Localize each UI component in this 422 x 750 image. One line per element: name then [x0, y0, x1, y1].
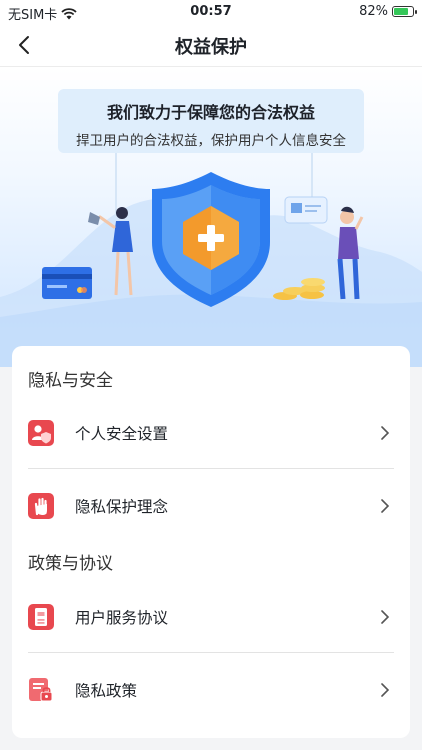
section-title-policy: 政策与协议 [28, 554, 113, 574]
page-title: 权益保护 [175, 37, 247, 58]
document-lock-icon [29, 678, 53, 702]
nav-bar: 权益保护 [0, 24, 422, 67]
battery-fill [394, 8, 408, 15]
section-title-privacy: 隐私与安全 [28, 371, 113, 391]
chevron-right-icon [381, 426, 390, 440]
chevron-right-icon [381, 499, 390, 513]
row-privacy-policy[interactable]: 隐私政策 [28, 662, 394, 718]
row-label: 用户服务协议 [75, 609, 169, 627]
divider [28, 652, 394, 653]
row-service-agreement[interactable]: 用户服务协议 [28, 589, 394, 645]
battery-icon [392, 6, 417, 17]
row-label: 隐私政策 [75, 682, 138, 700]
status-bar: 无SIM卡 00:57 82% [0, 0, 422, 24]
chevron-right-icon [381, 683, 390, 697]
hand-stop-icon [28, 493, 54, 519]
row-privacy-philosophy[interactable]: 隐私保护理念 [28, 478, 394, 534]
row-personal-security[interactable]: 个人安全设置 [28, 405, 394, 461]
settings-card: 隐私与安全 个人安全设置 隐私保护理念 政策与协议 用户服务协议 隐私政策 [12, 346, 410, 738]
user-shield-icon [28, 420, 54, 446]
protection-illustration [0, 153, 422, 367]
chevron-right-icon [381, 610, 390, 624]
hero-banner: 我们致力于保障您的合法权益 捍卫用户的合法权益，保护用户个人信息安全 [0, 67, 422, 367]
row-label: 隐私保护理念 [75, 498, 169, 516]
battery-percent: 82% [359, 4, 388, 19]
row-label: 个人安全设置 [75, 425, 169, 443]
divider [28, 468, 394, 469]
document-icon [28, 604, 54, 630]
